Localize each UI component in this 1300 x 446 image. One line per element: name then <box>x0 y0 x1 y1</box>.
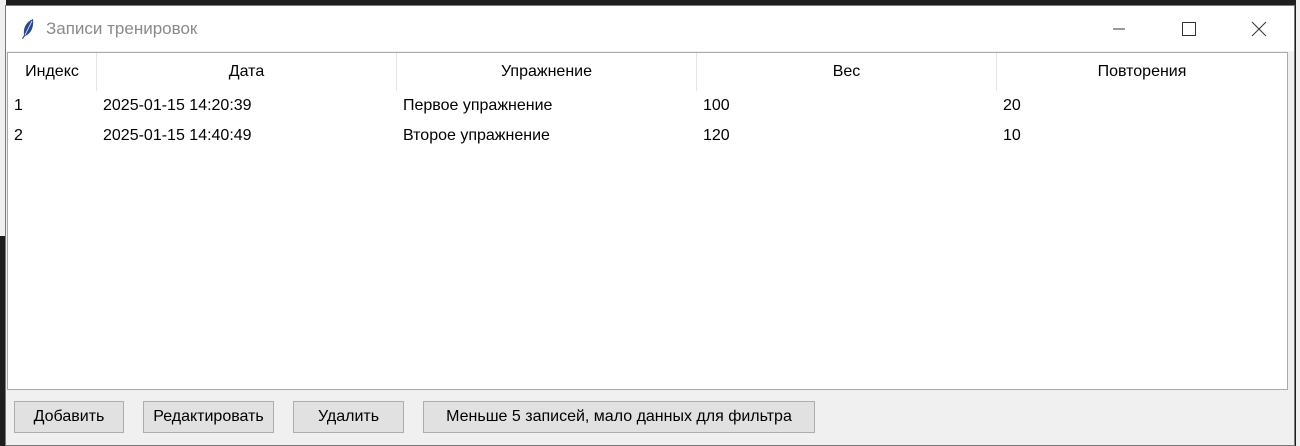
app-window: Записи тренировок Индекс Дата Упражнение… <box>5 5 1295 446</box>
table-row[interactable]: 2 2025-01-15 14:40:49 Второе упражнение … <box>8 121 1287 151</box>
cell-date: 2025-01-15 14:20:39 <box>103 97 252 114</box>
column-header-index[interactable]: Индекс <box>8 53 97 91</box>
button-bar: Добавить Редактировать Удалить Меньше 5 … <box>6 390 1294 445</box>
background-window-edge-right <box>1296 0 1300 446</box>
table-row[interactable]: 1 2025-01-15 14:20:39 Первое упражнение … <box>8 91 1287 121</box>
add-button[interactable]: Добавить <box>14 401 124 433</box>
close-button[interactable] <box>1224 6 1294 51</box>
cell-date: 2025-01-15 14:40:49 <box>103 127 252 144</box>
maximize-button[interactable] <box>1154 6 1224 51</box>
filter-button[interactable]: Меньше 5 записей, мало данных для фильтр… <box>423 401 815 433</box>
cell-index: 2 <box>14 127 23 144</box>
delete-button[interactable]: Удалить <box>293 401 404 433</box>
column-header-reps[interactable]: Повторения <box>997 53 1287 91</box>
column-header-weight[interactable]: Вес <box>697 53 997 91</box>
column-header-exercise[interactable]: Упражнение <box>397 53 697 91</box>
cell-weight: 120 <box>703 127 730 144</box>
records-table[interactable]: Индекс Дата Упражнение Вес Повторения 1 … <box>7 52 1288 390</box>
cell-reps: 10 <box>1003 127 1021 144</box>
edit-button[interactable]: Редактировать <box>143 401 274 433</box>
feather-icon <box>20 17 36 41</box>
title-bar[interactable]: Записи тренировок <box>6 6 1294 51</box>
minimize-icon <box>1113 23 1125 35</box>
window-controls <box>1084 6 1294 51</box>
cell-index: 1 <box>14 97 23 114</box>
cell-reps: 20 <box>1003 97 1021 114</box>
maximize-icon <box>1182 21 1196 36</box>
column-header-date[interactable]: Дата <box>97 53 397 91</box>
cell-weight: 100 <box>703 97 730 114</box>
cell-exercise: Второе упражнение <box>403 127 550 144</box>
cell-exercise: Первое упражнение <box>403 97 553 114</box>
close-icon <box>1251 21 1267 37</box>
minimize-button[interactable] <box>1084 6 1154 51</box>
table-header: Индекс Дата Упражнение Вес Повторения <box>8 53 1287 91</box>
window-title: Записи тренировок <box>46 18 198 38</box>
